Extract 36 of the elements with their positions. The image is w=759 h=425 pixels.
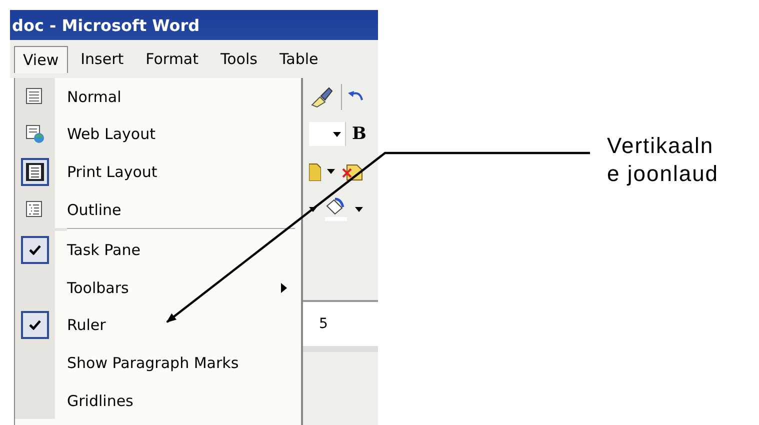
annotation-label: Vertikaaln <box>607 132 714 160</box>
web-page-icon <box>25 124 45 144</box>
dropdown-field[interactable] <box>309 122 346 146</box>
fill-color-icon <box>323 196 349 222</box>
menu-item[interactable]: Gridlines <box>15 382 301 420</box>
print-layout-icon <box>25 162 45 182</box>
menu-item[interactable]: Normal <box>15 78 301 116</box>
bold-button[interactable]: B <box>352 124 366 144</box>
checkbox[interactable] <box>21 311 49 340</box>
menu-item[interactable]: Outline <box>15 190 301 228</box>
menu-item[interactable]: Tools <box>212 45 266 73</box>
menu-item[interactable]: Show Paragraph Marks <box>15 344 301 382</box>
check-icon <box>29 320 41 330</box>
annotation-label: e joonlaud <box>607 160 719 188</box>
window-title: doc - Microsoft Word <box>11 16 200 34</box>
menu-item[interactable]: Format <box>136 45 208 73</box>
ruler-number: 5 <box>319 316 328 332</box>
menu-item[interactable]: Toolbars <box>15 268 301 307</box>
dropdown-arrow-icon <box>355 206 363 212</box>
outline-icon <box>25 200 45 220</box>
check-icon <box>29 245 41 256</box>
checkbox[interactable] <box>21 236 49 264</box>
menu-item[interactable]: Web Layout <box>15 116 301 154</box>
menu-item[interactable]: Insert <box>72 45 133 73</box>
menu-item[interactable]: Table <box>270 45 328 73</box>
dropdown-arrow-icon <box>309 206 317 212</box>
dropdown-arrow-icon <box>333 132 341 136</box>
menu-item[interactable]: Ruler <box>15 306 301 344</box>
menu-item[interactable]: View <box>14 46 68 72</box>
submenu-arrow-icon <box>281 282 287 293</box>
menu-item[interactable]: Print Layout <box>15 153 301 191</box>
folder-icon <box>309 161 321 181</box>
page-icon <box>25 86 45 107</box>
dropdown-arrow-icon <box>327 168 335 174</box>
brush-icon <box>309 85 335 109</box>
menu-item[interactable]: Task Pane <box>15 231 301 269</box>
